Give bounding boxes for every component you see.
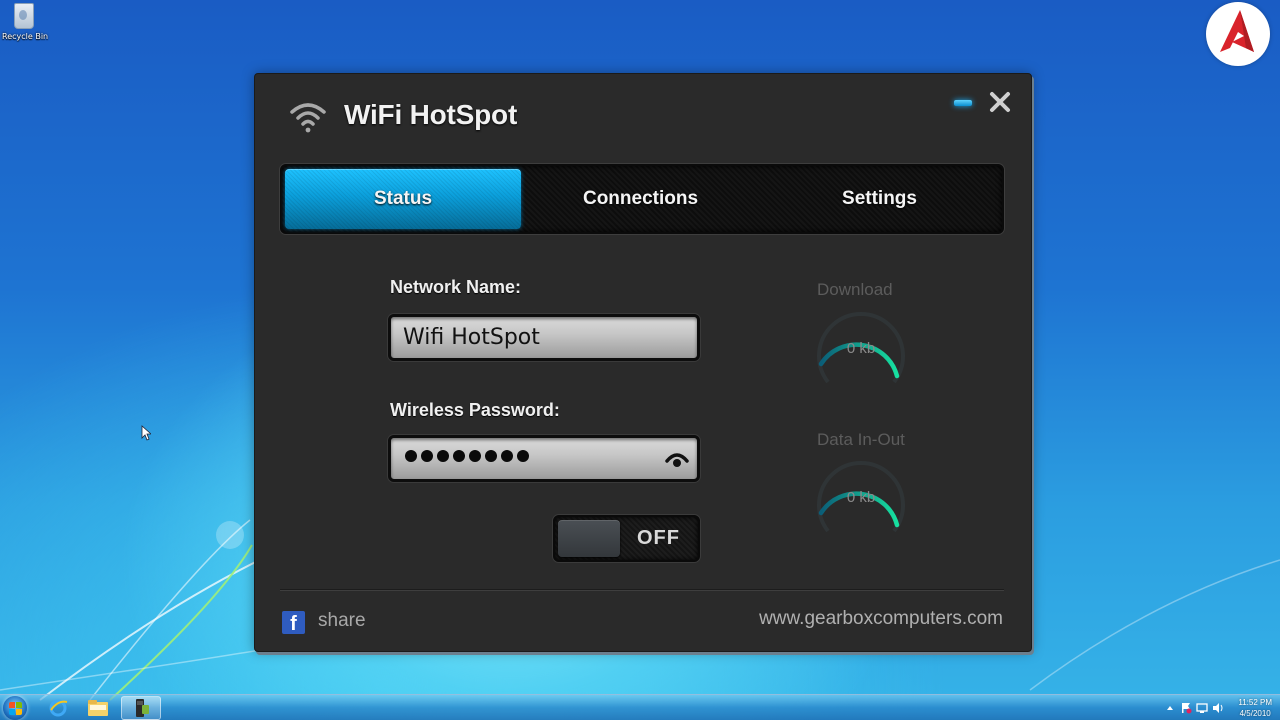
mouse-cursor-icon	[141, 425, 151, 441]
desktop-icon-recycle-bin[interactable]: Recycle Bin	[2, 3, 49, 41]
download-gauge-title: Download	[817, 280, 893, 299]
website-link[interactable]: www.gearboxcomputers.com	[759, 608, 1003, 630]
facebook-icon[interactable]: f	[282, 611, 305, 634]
password-mask	[405, 450, 529, 462]
minimize-icon	[954, 100, 972, 106]
tab-connections[interactable]: Connections	[521, 169, 760, 229]
taskbar-hotspot-app[interactable]	[121, 696, 161, 720]
toggle-knob[interactable]	[558, 520, 620, 557]
password-dot	[485, 450, 497, 462]
password-dot	[453, 450, 465, 462]
data-in-out-gauge-value: 0 kb	[846, 489, 876, 506]
footer-divider	[280, 590, 1004, 591]
network-name-label: Network Name:	[390, 277, 522, 297]
eye-icon[interactable]	[665, 449, 689, 469]
volume-icon[interactable]	[1212, 702, 1224, 714]
share-link[interactable]: share	[318, 610, 366, 632]
windows-start-icon[interactable]	[3, 696, 27, 720]
data-in-out-gauge: 0 kb	[806, 453, 916, 553]
minimize-button[interactable]	[952, 97, 974, 109]
taskbar-internet-explorer[interactable]	[40, 696, 76, 720]
password-dot	[517, 450, 529, 462]
close-button[interactable]	[988, 90, 1012, 114]
tab-status[interactable]: Status	[285, 169, 521, 229]
wifi-icon	[290, 103, 326, 133]
toggle-state-label: OFF	[637, 527, 680, 549]
system-tray: 11:52 PM 4/5/2010	[1150, 695, 1280, 720]
wireless-password-label: Wireless Password:	[390, 400, 560, 420]
wireless-password-input[interactable]	[388, 435, 700, 482]
brand-logo	[1206, 2, 1270, 66]
show-hidden-icons-icon[interactable]	[1164, 702, 1176, 714]
password-dot	[501, 450, 513, 462]
network-icon[interactable]	[1196, 702, 1208, 714]
internet-explorer-icon	[49, 699, 68, 717]
recycle-bin-icon	[14, 3, 34, 29]
app-title: WiFi HotSpot	[344, 99, 518, 130]
password-dot	[405, 450, 417, 462]
action-center-icon[interactable]	[1180, 702, 1192, 714]
network-name-input[interactable]	[391, 317, 697, 358]
tab-bar: Status Connections Settings	[280, 164, 1004, 234]
clock-date: 4/5/2010	[1239, 709, 1271, 718]
taskbar-file-explorer[interactable]	[80, 696, 116, 720]
hotspot-toggle[interactable]: OFF	[553, 515, 700, 562]
data-in-out-gauge-title: Data In-Out	[817, 430, 905, 449]
password-dot	[421, 450, 433, 462]
desktop-icon-label: Recycle Bin	[2, 32, 49, 41]
download-gauge: 0 kb	[806, 304, 916, 404]
tab-settings[interactable]: Settings	[760, 169, 999, 229]
taskbar: 11:52 PM 4/5/2010	[0, 694, 1280, 720]
wifi-hotspot-window: WiFi HotSpot Status Connections Settings…	[254, 73, 1032, 652]
network-name-field-container	[388, 314, 700, 361]
title-bar[interactable]: WiFi HotSpot	[255, 74, 1031, 154]
taskbar-clock[interactable]: 11:52 PM 4/5/2010	[1238, 697, 1272, 719]
file-explorer-icon	[88, 700, 108, 716]
download-gauge-value: 0 kb	[846, 340, 876, 357]
clock-time: 11:52 PM	[1238, 698, 1272, 707]
password-dot	[469, 450, 481, 462]
red-a-logo-icon	[1220, 10, 1254, 52]
hotspot-app-icon	[136, 699, 149, 717]
password-dot	[437, 450, 449, 462]
